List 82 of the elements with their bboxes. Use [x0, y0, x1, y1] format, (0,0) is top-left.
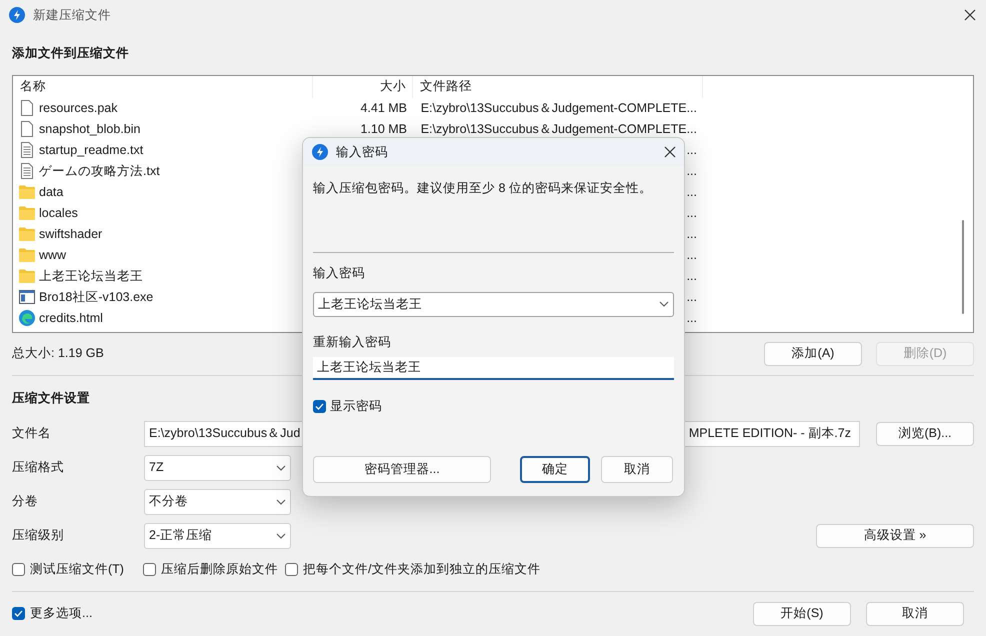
button[interactable]: 取消 — [866, 602, 964, 626]
button[interactable]: 开始(S) — [753, 602, 851, 626]
file-name[interactable]: data — [39, 182, 64, 202]
checkbox-label[interactable]: 压缩后删除原始文件 — [161, 560, 278, 579]
file-name[interactable]: snapshot_blob.bin — [39, 120, 140, 139]
text-file-icon — [20, 142, 34, 158]
app-logo-icon — [312, 144, 328, 160]
field-label: 重新输入密码 — [313, 334, 391, 348]
file-path: ... — [686, 142, 697, 159]
program-window-icon — [19, 290, 35, 304]
file-name[interactable]: Bro18社区-v103.exe — [39, 288, 154, 307]
scrollbar-thumb[interactable] — [962, 220, 964, 314]
field-label: 压缩级别 — [12, 527, 65, 544]
file-path: ... — [686, 268, 697, 285]
section-title: 添加文件到压缩文件 — [12, 45, 129, 62]
file-name[interactable]: startup_readme.txt — [39, 140, 144, 160]
total-size: 总大小: 1.19 GB — [12, 345, 104, 362]
button[interactable]: 确定 — [520, 456, 590, 483]
folder-icon — [19, 248, 35, 262]
column-header[interactable]: 文件路径 — [413, 76, 703, 98]
file-path: E:\zybro\13Succubus＆Judgement-COMPLETE... — [420, 100, 697, 117]
file-size: 4.41 MB — [360, 100, 407, 117]
checkbox-label[interactable]: 把每个文件/文件夹添加到独立的压缩文件 — [303, 560, 540, 579]
file-name[interactable]: ゲームの攻略方法.txt — [39, 162, 160, 181]
dialog-message: 输入压缩包密码。建议使用至少 8 位的密码来保证安全性。 — [313, 180, 652, 195]
folder-icon — [19, 227, 35, 242]
document-icon — [20, 121, 34, 138]
dialog-title: 输入密码 — [336, 144, 388, 161]
password-dropdown[interactable]: 上老王论坛当老王 — [313, 292, 674, 316]
window-title: 新建压缩文件 — [33, 6, 111, 24]
dropdown[interactable]: 不分卷 — [144, 488, 291, 514]
document-icon — [20, 100, 34, 116]
file-path: ... — [686, 310, 697, 327]
file-path: ... — [686, 184, 697, 201]
button[interactable]: 添加(A) — [764, 342, 862, 366]
text-file-icon — [20, 163, 34, 180]
file-path: E:\zybro\13Succubus＆Judgement-COMPLETE... — [420, 120, 697, 138]
dropdown[interactable]: 7Z — [144, 454, 291, 480]
column-header[interactable]: 大小 — [313, 76, 413, 98]
chevron-down-icon — [276, 532, 286, 538]
field-label: 压缩格式 — [12, 459, 65, 476]
folder-icon — [19, 269, 35, 284]
close-icon[interactable] — [964, 9, 976, 21]
browse-button[interactable]: 浏览(B)... — [876, 422, 974, 446]
column-header[interactable]: 名称 — [13, 76, 313, 98]
section-title: 压缩文件设置 — [12, 390, 90, 407]
checkbox[interactable] — [12, 607, 25, 620]
checkbox-label[interactable]: 更多选项... — [30, 604, 92, 623]
checkbox[interactable] — [12, 563, 25, 576]
field-label: 输入密码 — [313, 264, 365, 280]
file-path: ... — [686, 246, 697, 264]
file-name[interactable]: 上老王论坛当老王 — [39, 266, 143, 286]
chevron-down-icon — [276, 464, 286, 470]
checkbox-label[interactable]: 测试压缩文件(T) — [30, 560, 124, 579]
password-field[interactable]: 上老王论坛当老王 — [313, 357, 674, 380]
checkbox-label[interactable]: 显示密码 — [330, 397, 382, 416]
file-name[interactable]: www — [39, 246, 66, 265]
field-label: 分卷 — [12, 493, 39, 510]
chevron-down-icon — [659, 301, 669, 307]
file-size: 1.10 MB — [360, 120, 407, 138]
file-name[interactable]: locales — [39, 204, 78, 223]
checkbox[interactable] — [285, 563, 298, 576]
folder-icon — [19, 185, 35, 200]
checkbox[interactable] — [143, 563, 156, 576]
advanced-settings-button[interactable]: 高级设置 » — [816, 524, 974, 548]
file-path: ... — [686, 288, 697, 306]
checkbox[interactable] — [313, 400, 326, 414]
file-name[interactable]: swiftshader — [39, 224, 102, 244]
close-icon[interactable] — [664, 146, 676, 158]
browser-icon — [19, 310, 35, 326]
app-logo-icon — [9, 7, 25, 23]
dropdown[interactable]: 2-正常压缩 — [144, 522, 291, 548]
file-name[interactable]: resources.pak — [39, 98, 118, 118]
folder-icon — [19, 206, 35, 220]
button[interactable]: 密码管理器... — [313, 456, 491, 483]
file-path: ... — [686, 162, 697, 180]
button[interactable]: 取消 — [601, 456, 673, 483]
file-name[interactable]: credits.html — [39, 308, 103, 328]
file-path: ... — [686, 204, 697, 222]
field-label: 文件名 — [12, 425, 52, 442]
chevron-down-icon — [276, 498, 286, 504]
file-path: ... — [686, 226, 697, 243]
